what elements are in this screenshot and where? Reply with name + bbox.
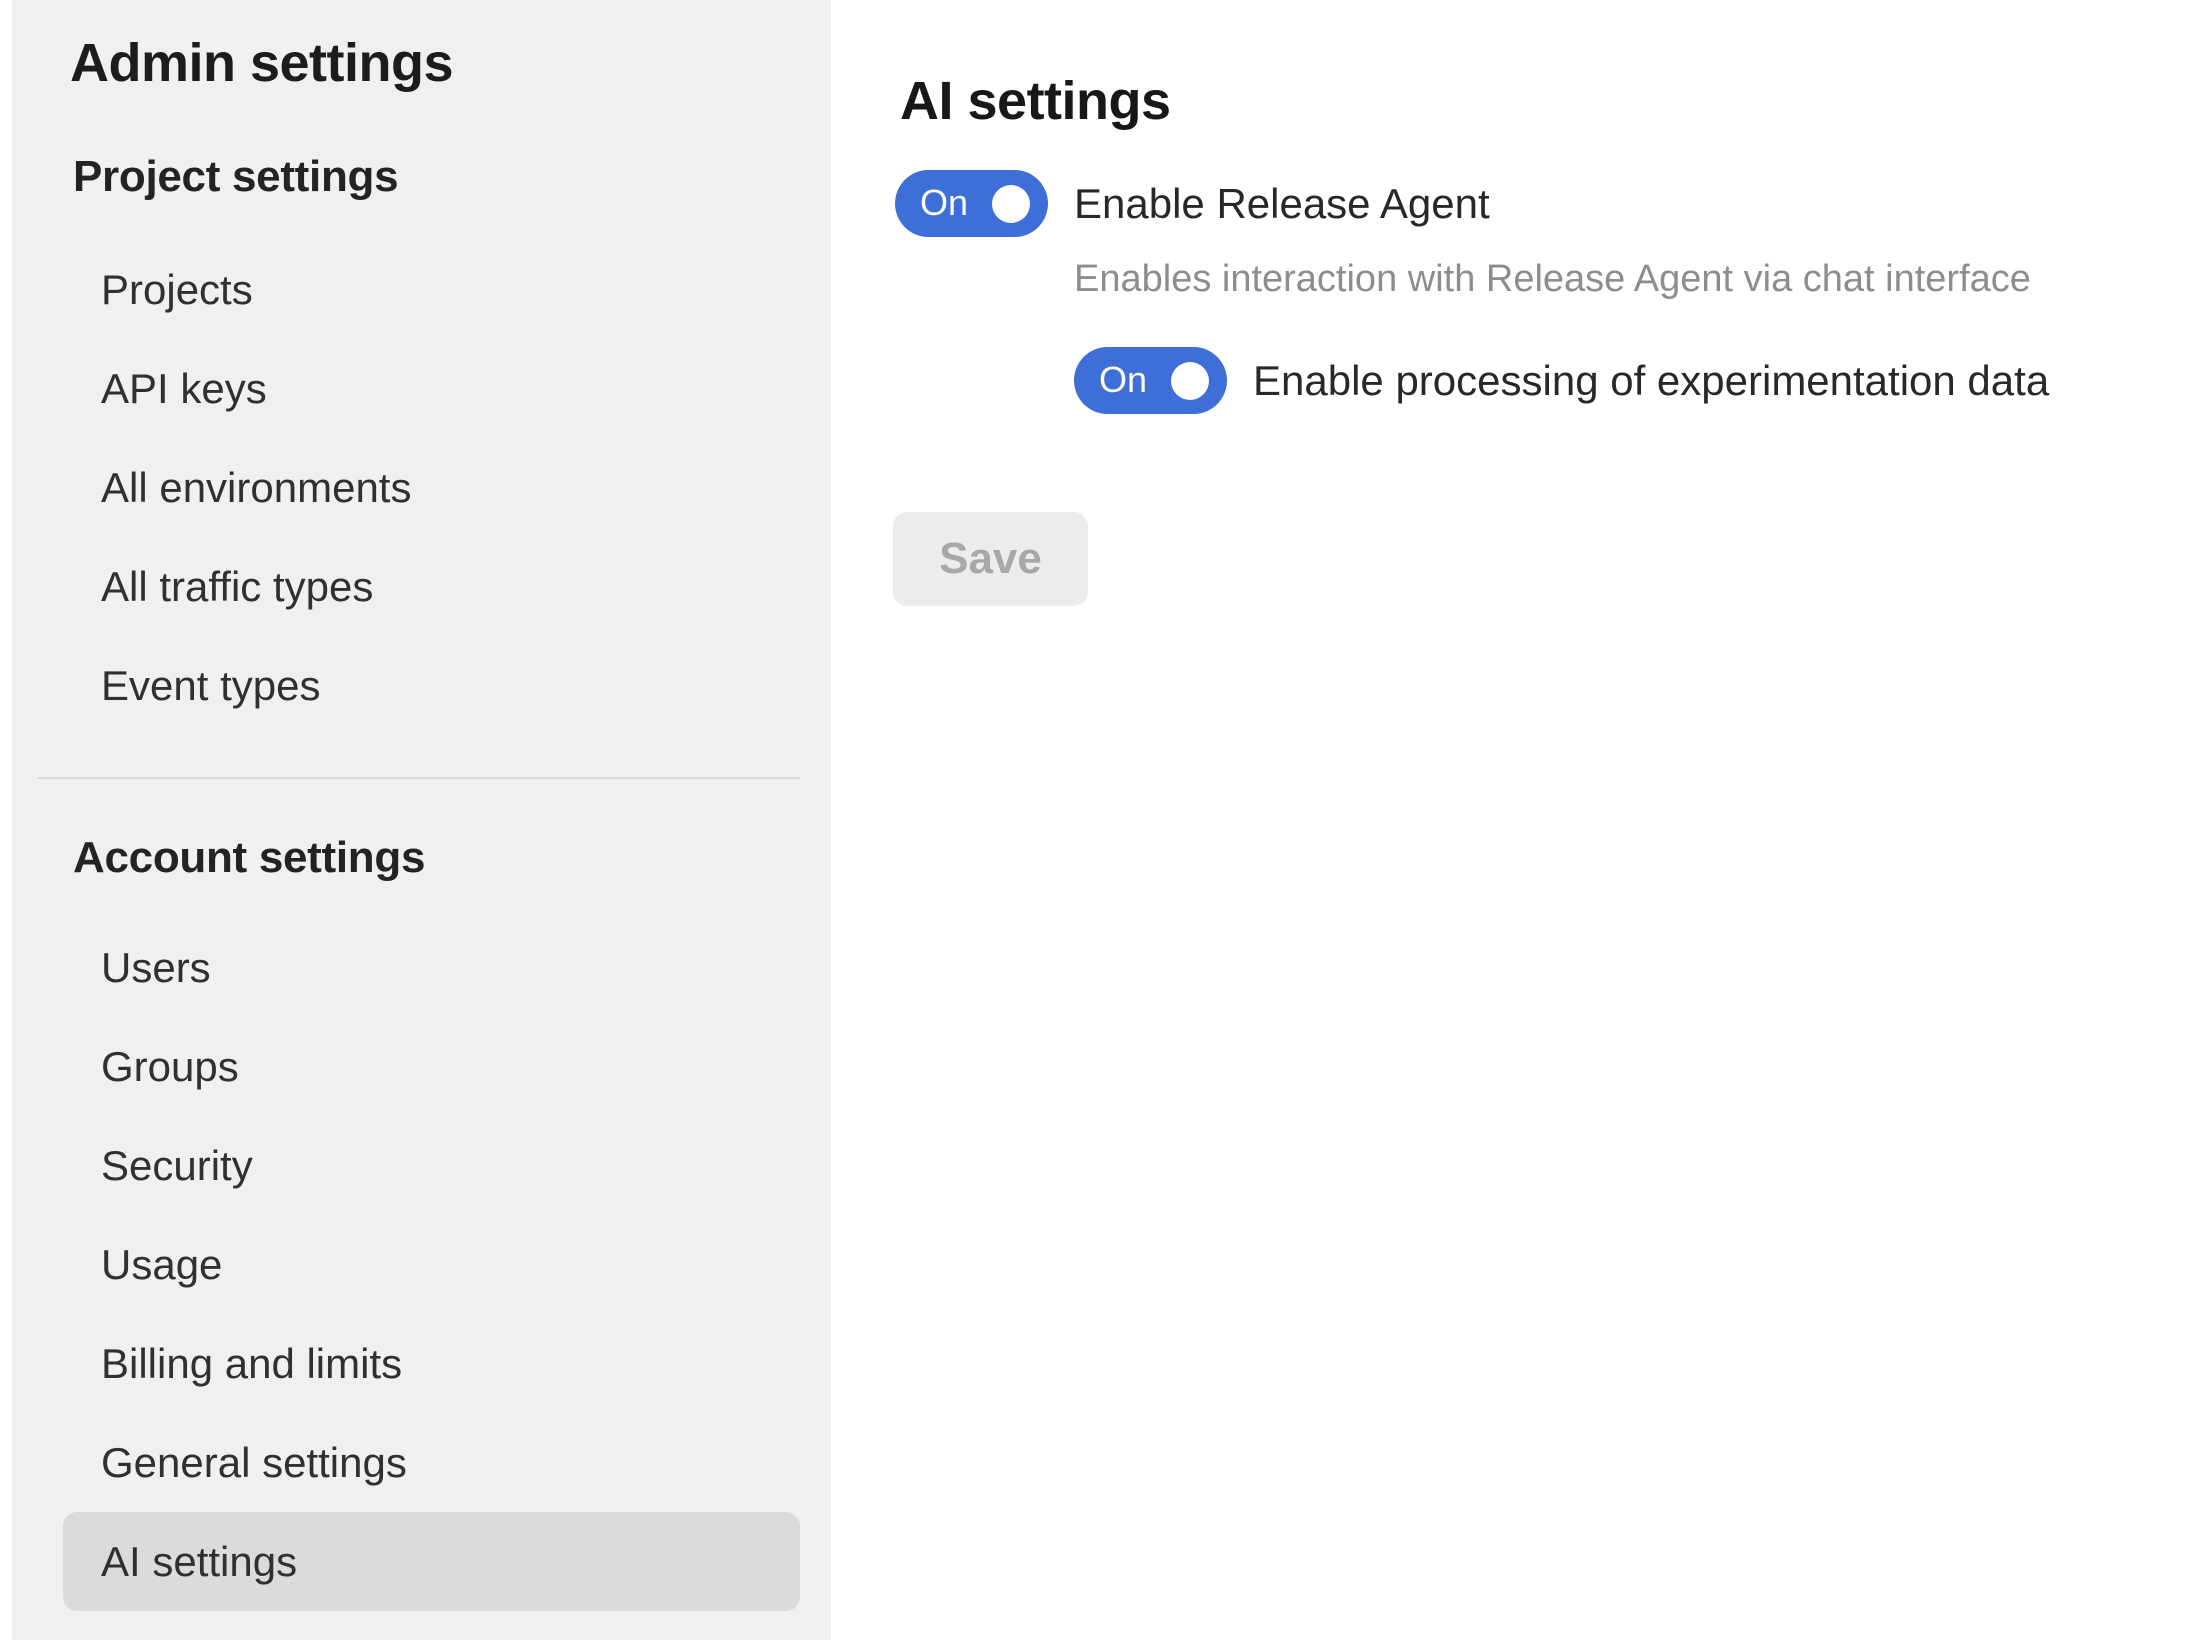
sidebar-item-groups[interactable]: Groups — [63, 1017, 800, 1116]
sidebar-item-label: Event types — [101, 662, 320, 710]
sidebar-item-label: AI settings — [101, 1538, 297, 1586]
sidebar-divider — [38, 777, 800, 779]
admin-settings-page: Admin settings Project settings Projects… — [0, 0, 2208, 1640]
save-button[interactable]: Save — [893, 512, 1088, 606]
project-settings-nav-list: Projects API keys All environments All t… — [63, 240, 800, 735]
experimentation-data-setting-row: On Enable processing of experimentation … — [1074, 347, 2049, 414]
sidebar-item-ai-settings[interactable]: AI settings — [63, 1512, 800, 1611]
sidebar-item-general-settings[interactable]: General settings — [63, 1413, 800, 1512]
section-heading-project-settings: Project settings — [73, 151, 398, 203]
sidebar-item-security[interactable]: Security — [63, 1116, 800, 1215]
enable-release-agent-toggle[interactable]: On — [895, 170, 1048, 237]
sidebar-item-billing-and-limits[interactable]: Billing and limits — [63, 1314, 800, 1413]
sidebar-item-usage[interactable]: Usage — [63, 1215, 800, 1314]
account-settings-nav-list: Users Groups Security Usage Billing and … — [63, 918, 800, 1611]
sidebar-item-users[interactable]: Users — [63, 918, 800, 1017]
sidebar-item-projects[interactable]: Projects — [63, 240, 800, 339]
sidebar-item-label: API keys — [101, 365, 267, 413]
sidebar-item-api-keys[interactable]: API keys — [63, 339, 800, 438]
sidebar-item-label: Projects — [101, 266, 253, 314]
sidebar-item-label: All traffic types — [101, 563, 373, 611]
sidebar-item-all-traffic-types[interactable]: All traffic types — [63, 537, 800, 636]
sidebar-item-event-types[interactable]: Event types — [63, 636, 800, 735]
sidebar-item-label: Billing and limits — [101, 1340, 402, 1388]
sidebar-item-all-environments[interactable]: All environments — [63, 438, 800, 537]
sidebar: Admin settings Project settings Projects… — [12, 0, 831, 1640]
sidebar-item-label: Users — [101, 944, 211, 992]
release-agent-description: Enables interaction with Release Agent v… — [1074, 258, 2031, 300]
page-title: AI settings — [900, 70, 1171, 132]
section-heading-account-settings: Account settings — [73, 832, 425, 884]
sidebar-title: Admin settings — [70, 32, 453, 94]
sidebar-item-label: Usage — [101, 1241, 222, 1289]
sidebar-item-label: Groups — [101, 1043, 239, 1091]
sidebar-item-label: Security — [101, 1142, 253, 1190]
sidebar-item-label: All environments — [101, 464, 411, 512]
main-content: AI settings On Enable Release Agent Enab… — [831, 0, 2208, 1640]
release-agent-setting-row: On Enable Release Agent — [895, 170, 1490, 237]
toggle-state-label: On — [1099, 359, 1147, 401]
toggle-knob-icon — [992, 185, 1030, 223]
enable-experimentation-data-toggle[interactable]: On — [1074, 347, 1227, 414]
release-agent-toggle-label: Enable Release Agent — [1074, 180, 1490, 228]
experimentation-data-toggle-label: Enable processing of experimentation dat… — [1253, 357, 2049, 405]
toggle-knob-icon — [1171, 362, 1209, 400]
sidebar-item-label: General settings — [101, 1439, 407, 1487]
toggle-state-label: On — [920, 182, 968, 224]
